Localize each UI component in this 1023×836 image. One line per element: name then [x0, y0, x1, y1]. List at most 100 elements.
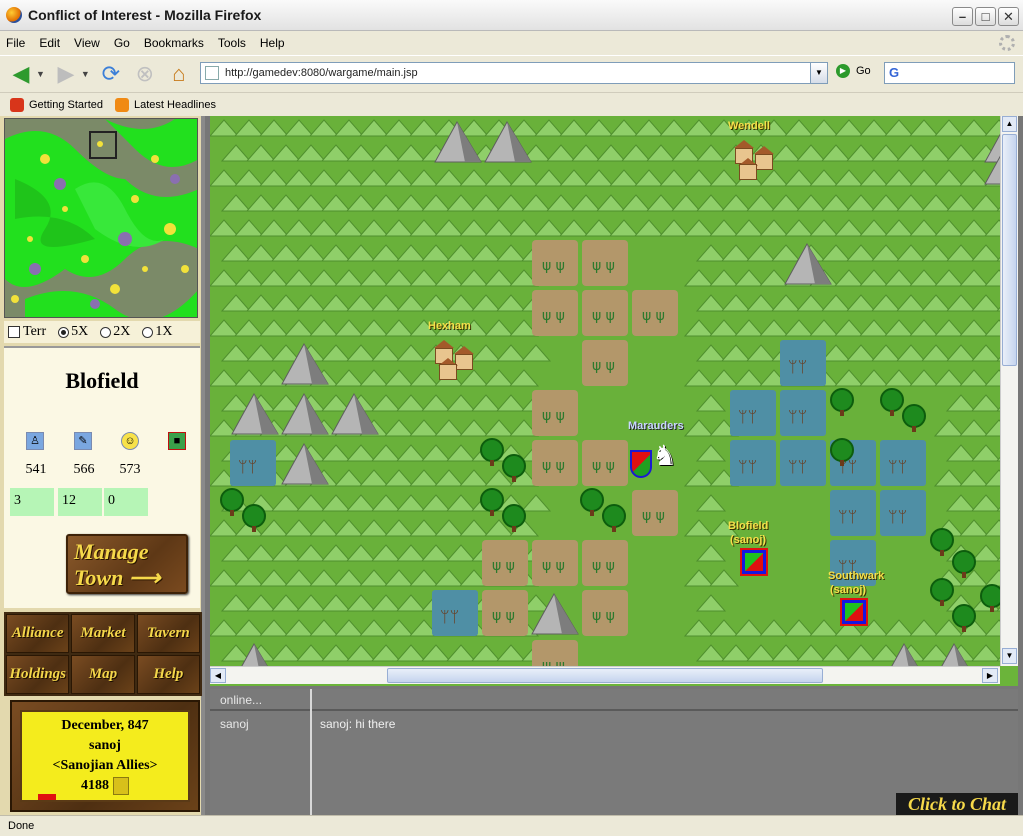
menu-edit[interactable]: Edit [39, 36, 60, 50]
population-icon: ♙ [26, 432, 44, 450]
svg-text:ᛘᛘ: ᛘᛘ [888, 457, 907, 476]
svg-text:ψ ψ: ψ ψ [542, 558, 565, 574]
menu-view[interactable]: View [74, 36, 100, 50]
forward-dropdown-icon[interactable]: ▼ [81, 69, 90, 79]
svg-text:ᛘᛘ: ᛘᛘ [738, 457, 757, 476]
owned-town-blofield[interactable] [740, 548, 768, 576]
firefox-icon [6, 7, 22, 23]
scale-2x[interactable]: 2X [96, 324, 130, 340]
town-wendell[interactable] [730, 140, 776, 180]
town-owner-blofield: (sanoj) [730, 534, 767, 546]
game-map-frame: ψ ψ ψ ψ ψ ψ ψ ψ ψ ψ ψ ψ ψ ψ ψ ψ ψ ψ ψ ψ ψ ψ ψ ψ ψ ψ ψ… [210, 116, 1018, 686]
minimap[interactable] [4, 118, 198, 318]
gold-amount: 4188 [81, 778, 109, 793]
market-button[interactable]: Market [71, 614, 135, 653]
scroll-left-icon[interactable]: ◀ [210, 668, 226, 683]
menu-help[interactable]: Help [260, 36, 285, 50]
count-box: 3 [10, 488, 54, 516]
vertical-scroll-thumb[interactable] [1002, 134, 1017, 366]
svg-text:ψ ψ: ψ ψ [542, 458, 565, 474]
stop-icon[interactable]: ⊗ [132, 61, 158, 87]
army-label: Marauders [628, 420, 684, 432]
scale-5x-label: 5X [71, 324, 89, 339]
svg-text:ψ ψ: ψ ψ [642, 508, 665, 524]
window-title: Conflict of Interest - Mozilla Firefox [28, 7, 262, 23]
click-to-chat-button[interactable]: Click to Chat [896, 793, 1018, 815]
svg-text:ψ ψ: ψ ψ [592, 308, 615, 324]
soldier-icon[interactable]: ♞ [652, 442, 677, 470]
alliance-button[interactable]: Alliance [6, 614, 70, 653]
population-value: 541 [25, 462, 47, 477]
scroll-down-icon[interactable]: ▼ [1002, 648, 1017, 664]
count-box: 12 [58, 488, 102, 516]
town-label-wendell: Wendell [728, 120, 770, 132]
url-bar[interactable]: http://gamedev:8080/wargame/main.jsp ▼ [200, 62, 828, 84]
map-vertical-scrollbar[interactable]: ▲ ▼ [1000, 116, 1018, 666]
online-header: online... [220, 693, 263, 707]
scale-1x[interactable]: 1X [138, 324, 173, 340]
scale-1x-radio[interactable] [142, 326, 154, 338]
bookmark-latest-headlines[interactable]: Latest Headlines [115, 97, 216, 112]
svg-text:ᛘᛘ: ᛘᛘ [788, 457, 807, 476]
chat-panel: online... sanoj sanoj: hi there Click to… [210, 689, 1018, 815]
svg-text:ᛘᛘ: ᛘᛘ [838, 507, 857, 526]
menu-tools[interactable]: Tools [218, 36, 246, 50]
defense-icon: ■ [168, 432, 186, 450]
scale-5x[interactable]: 5X [54, 324, 88, 340]
scroll-up-icon[interactable]: ▲ [1002, 116, 1017, 132]
url-dropdown-icon[interactable]: ▼ [810, 63, 827, 83]
town-panel: Blofield ♙ ✎ ☺ ■ 541 566 573 3 12 0 Mana… [4, 346, 200, 608]
svg-text:ᛘᛘ: ᛘᛘ [788, 407, 807, 426]
go-button[interactable]: ▶ Go [836, 64, 871, 78]
army-shield-icon[interactable] [630, 450, 652, 478]
google-icon[interactable]: G [889, 65, 899, 80]
tavern-button[interactable]: Tavern [136, 614, 200, 653]
town-hexham[interactable] [430, 340, 476, 380]
alliance-name: <Sanojian Allies> [52, 758, 158, 773]
terrain-checkbox[interactable] [8, 326, 20, 338]
map-button[interactable]: Map [71, 655, 135, 694]
scale-2x-radio[interactable] [100, 326, 112, 338]
help-button[interactable]: Help [136, 655, 200, 694]
svg-text:ψ ψ: ψ ψ [592, 258, 615, 274]
count-box: 0 [104, 488, 148, 516]
bookmark-getting-started[interactable]: Getting Started [10, 97, 103, 112]
terrain-toggle[interactable]: Terr [4, 324, 46, 340]
gold-icon [113, 776, 129, 795]
back-icon[interactable]: ◀ [8, 61, 34, 87]
svg-text:ψ ψ: ψ ψ [542, 308, 565, 324]
game-menu: Alliance Market Tavern Holdings Map Help [4, 612, 202, 696]
search-input[interactable]: G [884, 62, 1015, 84]
scale-5x-radio[interactable] [58, 326, 70, 338]
owned-town-southwark[interactable] [840, 598, 868, 626]
svg-text:ψ ψ: ψ ψ [542, 408, 565, 424]
food-value: 566 [73, 462, 95, 477]
status-bar: Done [0, 815, 1023, 836]
manage-town-button[interactable]: Manage Town ⟶ [66, 534, 188, 594]
chat-header [210, 689, 1018, 711]
terrain-label: Terr [23, 324, 47, 339]
svg-text:ψ ψ: ψ ψ [642, 308, 665, 324]
minimap-viewport[interactable] [89, 131, 117, 159]
menu-bookmarks[interactable]: Bookmarks [144, 36, 204, 50]
map-horizontal-scrollbar[interactable]: ◀ ▶ [210, 666, 1000, 684]
scroll-right-icon[interactable]: ▶ [982, 668, 998, 683]
home-icon[interactable]: ⌂ [166, 61, 192, 87]
close-button[interactable]: ✕ [998, 7, 1019, 26]
reload-icon[interactable]: ⟳ [98, 61, 124, 87]
scale-1x-label: 1X [155, 324, 173, 339]
menu-go[interactable]: Go [114, 36, 130, 50]
svg-text:ψ ψ: ψ ψ [492, 608, 515, 624]
minimize-button[interactable]: – [952, 7, 973, 26]
back-dropdown-icon[interactable]: ▼ [36, 69, 45, 79]
holdings-button[interactable]: Holdings [6, 655, 70, 694]
happiness-icon: ☺ [121, 432, 139, 450]
online-user[interactable]: sanoj [220, 717, 249, 731]
maximize-button[interactable]: □ [975, 7, 996, 26]
url-text[interactable]: http://gamedev:8080/wargame/main.jsp [225, 67, 418, 79]
svg-text:ψ ψ: ψ ψ [592, 458, 615, 474]
horizontal-scroll-thumb[interactable] [387, 668, 823, 683]
menu-file[interactable]: File [6, 36, 25, 50]
forward-icon[interactable]: ▶ [53, 61, 79, 87]
game-map[interactable]: ψ ψ ψ ψ ψ ψ ψ ψ ψ ψ ψ ψ ψ ψ ψ ψ ψ ψ ψ ψ ψ ψ ψ ψ ψ ψ ψ… [210, 116, 1000, 666]
